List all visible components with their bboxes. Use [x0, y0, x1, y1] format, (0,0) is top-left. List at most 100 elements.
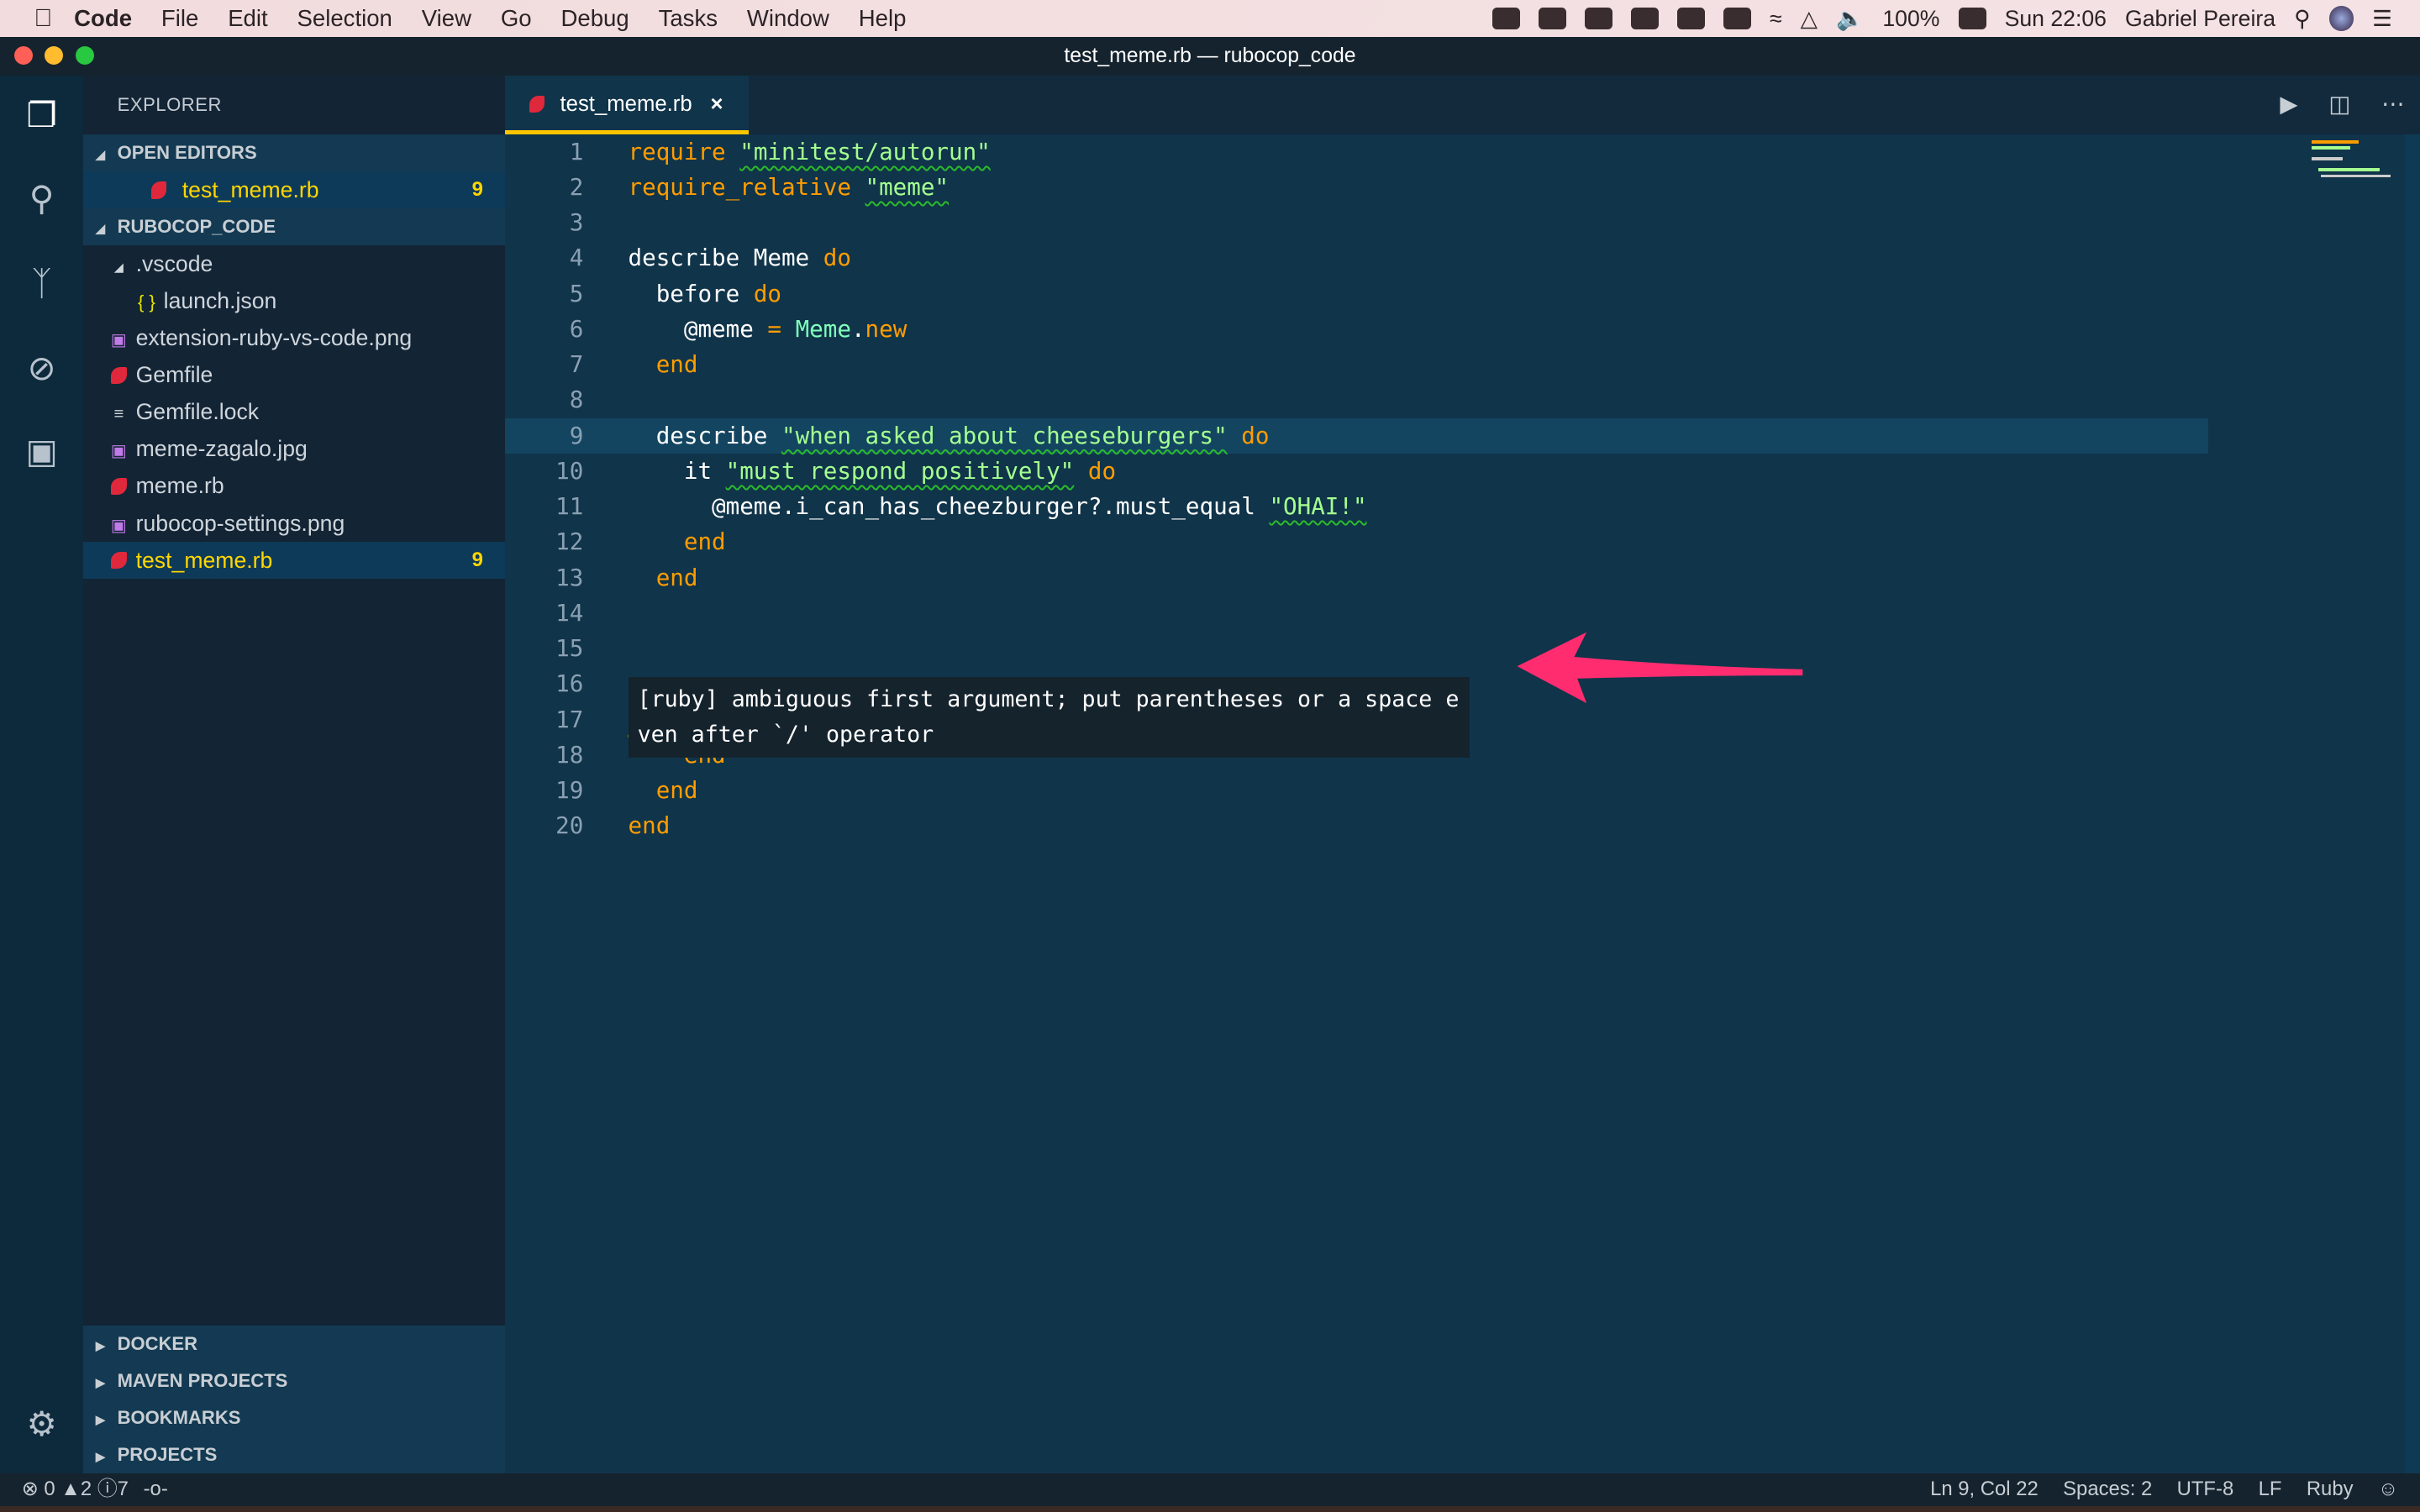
encoding[interactable]: UTF-8 [2177, 1473, 2234, 1506]
code-line[interactable]: 2 require_relative "meme" [505, 170, 2420, 205]
source-control-icon[interactable]: ᛉ [20, 262, 63, 305]
wifi-icon[interactable]: ≈ [1770, 6, 1782, 32]
status-bar: ⊗ 0 ▲2 ⓘ7 -o- Ln 9, Col 22 Spaces: 2 UTF… [0, 1473, 2420, 1506]
siri-icon[interactable] [2328, 6, 2354, 31]
code-token: do [1241, 422, 1270, 449]
code-text: end [629, 560, 698, 596]
evernote-icon[interactable] [1676, 8, 1705, 29]
code-line[interactable]: 1 require "minitest/autorun" [505, 134, 2420, 170]
open-editors-header[interactable]: ◢ OPEN EDITORS [83, 134, 505, 171]
minimize-window-button[interactable] [45, 46, 64, 66]
volume-icon[interactable]: 🔈 [1836, 5, 1864, 32]
code-line[interactable]: 19 end [505, 773, 2420, 808]
file-item[interactable]: test_meme.rb 9 [83, 541, 505, 579]
menu-file[interactable]: File [161, 5, 198, 32]
extensions-icon[interactable]: ▣ [20, 430, 63, 473]
shield-icon[interactable] [1723, 8, 1751, 29]
user-name[interactable]: Gabriel Pereira [2125, 6, 2275, 32]
menu-tasks[interactable]: Tasks [659, 5, 718, 32]
split-editor-icon[interactable]: ◫ [2328, 91, 2350, 118]
apple-icon[interactable]:  [34, 4, 52, 33]
menu-view[interactable]: View [422, 5, 471, 32]
code-line[interactable]: 5 before do [505, 276, 2420, 312]
problems-summary[interactable]: ⊗ 0 ▲2 ⓘ7 -o- [22, 1473, 168, 1506]
file-item[interactable]: Gemfile [83, 356, 504, 393]
tab-bar: test_meme.rb × ▶ ◫ ⋯ [504, 75, 2420, 134]
code-token: "minitest/autorun" [739, 138, 991, 165]
run-icon[interactable]: ▶ [2280, 91, 2297, 118]
vpn-icon[interactable] [1630, 8, 1659, 29]
line-number: 20 [555, 812, 584, 840]
menu-selection[interactable]: Selection [297, 5, 392, 32]
battery-percent: 100% [1882, 5, 1940, 31]
indentation[interactable]: Spaces: 2 [2063, 1473, 2152, 1506]
battery-icon[interactable] [1958, 8, 1986, 29]
line-endings[interactable]: LF [2259, 1473, 2282, 1506]
section-maven-projects[interactable]: ▶ MAVEN PROJECTS [83, 1362, 504, 1399]
menu-edit[interactable]: Edit [228, 5, 267, 32]
menu-window[interactable]: Window [747, 5, 829, 32]
file-item[interactable]: meme.rb [83, 467, 504, 504]
section-projects[interactable]: ▶ PROJECTS [83, 1436, 504, 1473]
airplay-icon[interactable]: △ [1801, 6, 1818, 32]
code-text: @meme.i_can_has_cheezburger?.must_equal … [629, 489, 1367, 524]
maximize-window-button[interactable] [75, 46, 94, 66]
explorer-files-icon[interactable]: ❐ [20, 94, 63, 137]
code-line[interactable]: 7 end [505, 347, 2420, 382]
code-line[interactable]: 3 [505, 205, 2420, 240]
code-token: = [767, 315, 781, 343]
code-line[interactable]: 12 end [505, 524, 2420, 559]
code-line[interactable]: 20 end [505, 808, 2420, 843]
file-item[interactable]: ▣ meme-zagalo.jpg [83, 430, 504, 467]
code-line[interactable]: 9 describe "when asked about cheeseburge… [504, 417, 2209, 454]
minimap[interactable] [2312, 137, 2404, 214]
tray-icon[interactable] [1491, 8, 1520, 29]
section-bookmarks[interactable]: ▶ BOOKMARKS [83, 1399, 504, 1436]
file-item[interactable]: ▣ rubocop-settings.png [83, 505, 504, 542]
close-window-button[interactable] [13, 46, 33, 66]
close-tab-icon[interactable]: × [711, 92, 723, 116]
code-line[interactable]: 11 @meme.i_can_has_cheezburger?.must_equ… [505, 489, 2420, 524]
menu-debug[interactable]: Debug [561, 5, 629, 32]
file-item[interactable]: ≡ Gemfile.lock [83, 393, 504, 430]
file-item[interactable]: ▣ extension-ruby-vs-code.png [83, 319, 504, 356]
feedback-smiley-icon[interactable]: ☺ [2378, 1473, 2398, 1506]
line-number: 1 [569, 138, 584, 165]
docker-icon[interactable] [1584, 8, 1612, 29]
code-line[interactable]: 4 describe Meme do [505, 240, 2420, 276]
code-line[interactable]: 10 it "must respond positively" do [505, 454, 2420, 489]
git-commit-icon[interactable]: -o- [144, 1478, 168, 1500]
spotlight-icon[interactable]: ⚲ [2294, 6, 2311, 32]
code-line[interactable]: 8 [505, 382, 2420, 417]
tab-test-meme-rb[interactable]: test_meme.rb × [504, 75, 749, 134]
code-token: do [753, 280, 781, 307]
dropbox-icon[interactable] [1538, 8, 1566, 29]
more-actions-icon[interactable]: ⋯ [2381, 91, 2405, 118]
file-item[interactable]: { } launch.json [83, 282, 504, 319]
code-line[interactable]: 6 @meme = Meme.new [505, 312, 2420, 347]
notification-center-icon[interactable]: ☰ [2372, 6, 2392, 32]
open-editor-item[interactable]: test_meme.rb 9 [83, 171, 505, 208]
screen:  Code File Edit Selection View Go Debug Tasks W… [0, 0, 2420, 1512]
line-number: 19 [555, 776, 584, 804]
menu-go[interactable]: Go [501, 5, 532, 32]
section-docker[interactable]: ▶ DOCKER [83, 1326, 504, 1362]
settings-gear-icon[interactable]: ⚙ [20, 1403, 63, 1446]
code-line[interactable]: 13 end [505, 560, 2420, 596]
code-token: describe [628, 422, 781, 449]
menu-code[interactable]: Code [74, 5, 132, 32]
file-item[interactable]: ◢ .vscode [83, 245, 504, 282]
code-token: "meme" [865, 174, 950, 201]
debug-icon[interactable]: ⊘ [20, 347, 63, 390]
clock[interactable]: Sun 22:06 [2005, 6, 2107, 32]
cursor-position[interactable]: Ln 9, Col 22 [1930, 1473, 2039, 1506]
code-token: do [1087, 457, 1117, 485]
code-line[interactable]: 14 [505, 596, 2420, 631]
scrollbar[interactable] [2404, 134, 2420, 1474]
menu-help[interactable]: Help [859, 5, 907, 32]
language-mode[interactable]: Ruby [2307, 1473, 2354, 1506]
project-folder-header[interactable]: ◢ RUBOCOP_CODE [83, 207, 505, 245]
code-line[interactable]: 15 [505, 631, 2420, 666]
search-icon[interactable]: ⚲ [20, 177, 63, 220]
